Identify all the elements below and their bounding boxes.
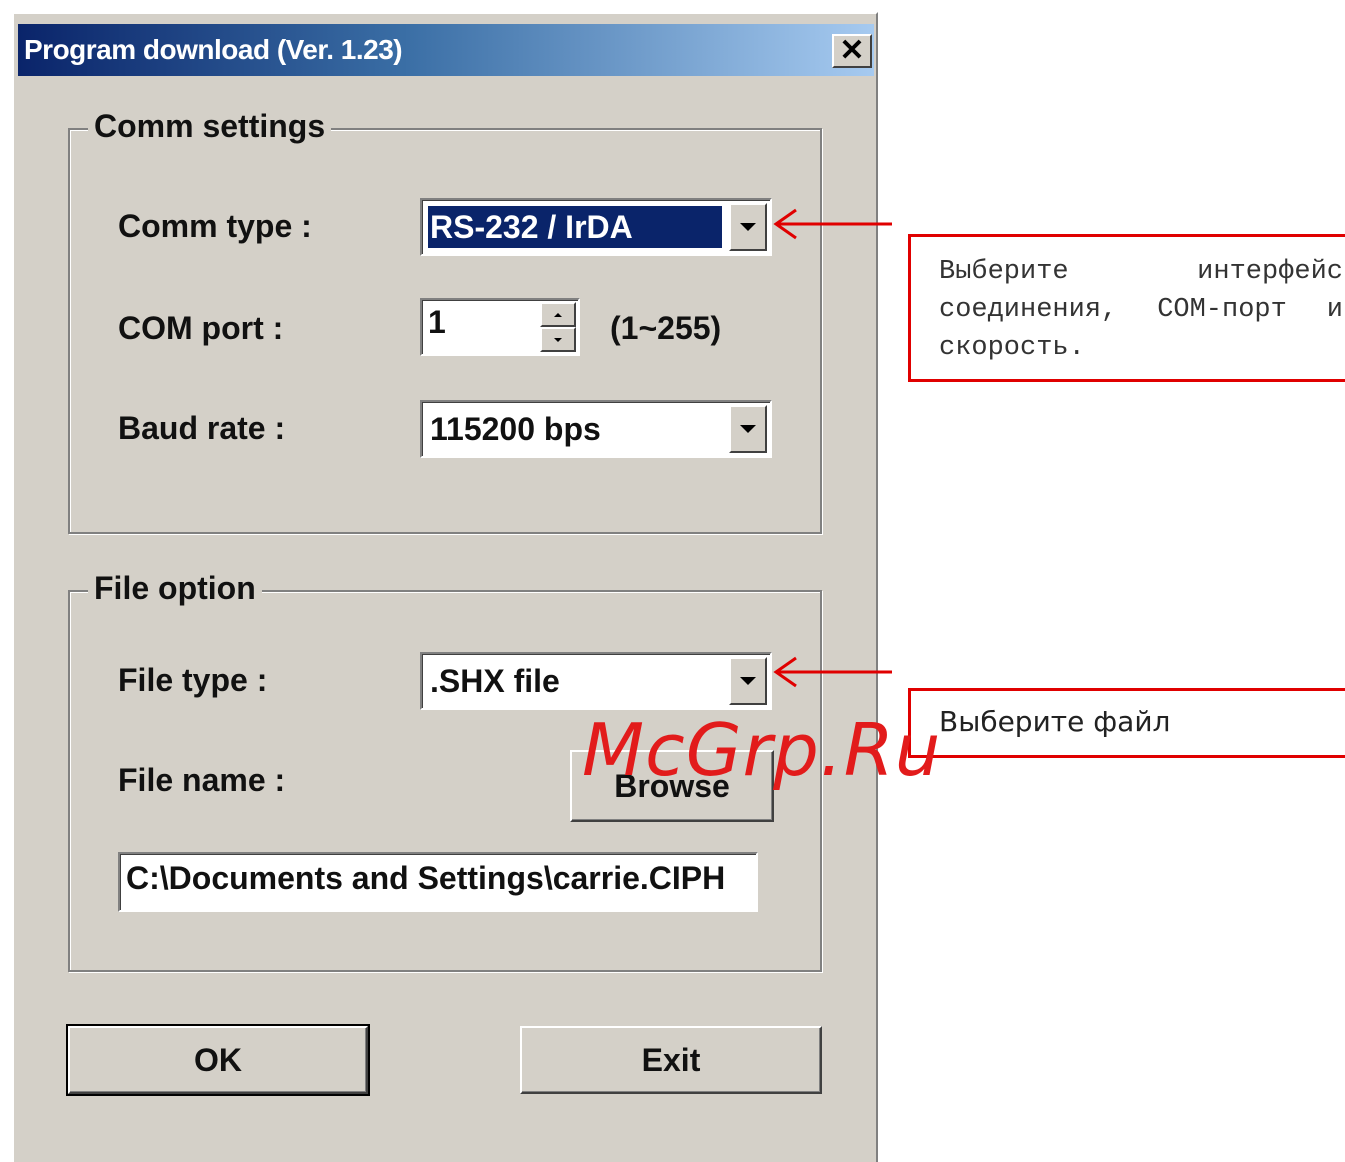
file-type-dropdown[interactable]: .SHX file xyxy=(420,652,772,710)
file-type-dropdown-arrow[interactable] xyxy=(729,657,767,705)
com-port-range: (1~255) xyxy=(610,310,722,346)
com-port-decrement-button[interactable] xyxy=(540,327,576,352)
com-port-label: COM port : xyxy=(118,310,284,346)
chevron-down-icon xyxy=(740,223,756,231)
callout-file-select: Выберите файл xyxy=(908,688,1345,758)
comm-type-dropdown-arrow[interactable] xyxy=(729,203,767,251)
program-download-dialog: Program download (Ver. 1.23) ✕ Comm sett… xyxy=(12,12,878,1162)
baud-rate-dropdown[interactable]: 115200 bps xyxy=(420,400,772,458)
watermark: McGrp.Ru xyxy=(582,708,942,792)
close-icon: ✕ xyxy=(839,34,865,67)
baud-rate-dropdown-arrow[interactable] xyxy=(729,405,767,453)
comm-settings-legend: Comm settings xyxy=(88,108,332,145)
file-type-value: .SHX file xyxy=(430,663,560,699)
close-button[interactable]: ✕ xyxy=(832,34,872,68)
comm-type-label: Comm type : xyxy=(118,208,312,244)
baud-rate-value: 115200 bps xyxy=(430,411,601,447)
file-arrow xyxy=(773,656,892,688)
callout-comm-text: Выберите интерфейс соединения, COM-порт … xyxy=(939,257,1343,363)
com-port-stepper[interactable]: 1 xyxy=(420,298,580,356)
chevron-down-icon xyxy=(740,425,756,433)
title-bar[interactable]: Program download (Ver. 1.23) ✕ xyxy=(18,24,874,76)
comm-arrow xyxy=(773,208,892,240)
window-title: Program download (Ver. 1.23) xyxy=(24,34,403,65)
callout-file-text: Выберите файл xyxy=(939,705,1171,738)
com-port-value: 1 xyxy=(428,304,446,340)
com-port-spin-buttons xyxy=(540,302,576,352)
file-name-label: File name : xyxy=(118,762,286,798)
comm-type-dropdown[interactable]: RS-232 / IrDA xyxy=(420,198,772,256)
chevron-down-icon xyxy=(740,677,756,685)
file-option-legend: File option xyxy=(88,570,262,607)
file-path-field[interactable]: C:\Documents and Settings\carrie.CIPH xyxy=(118,852,758,912)
spin-up-icon xyxy=(554,312,562,317)
file-path-value: C:\Documents and Settings\carrie.CIPH xyxy=(126,860,726,896)
ok-button[interactable]: OK xyxy=(66,1024,370,1096)
file-type-label: File type : xyxy=(118,662,268,698)
exit-button[interactable]: Exit xyxy=(520,1026,822,1094)
baud-rate-label: Baud rate : xyxy=(118,410,286,446)
spin-down-icon xyxy=(554,337,562,342)
callout-comm-settings: Выберите интерфейс соединения, COM-порт … xyxy=(908,234,1345,382)
com-port-increment-button[interactable] xyxy=(540,302,576,327)
comm-type-value: RS-232 / IrDA xyxy=(428,206,722,248)
